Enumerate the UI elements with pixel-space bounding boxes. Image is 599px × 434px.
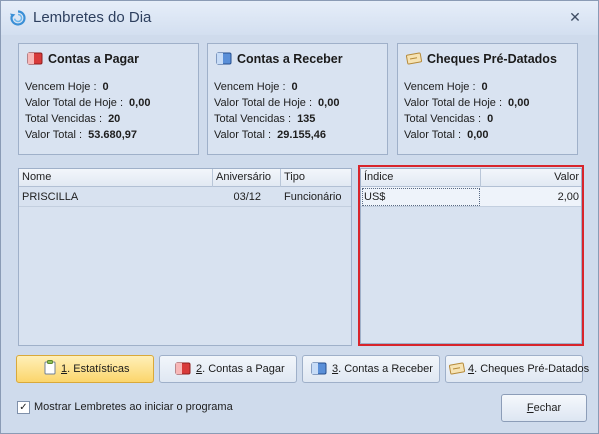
- tab-cheques-pre-datados[interactable]: 4. Cheques Pré-Datados: [445, 355, 589, 385]
- stat-row: Valor Total :0,00: [404, 129, 489, 141]
- stat-row: Vencem Hoje :0: [404, 81, 488, 93]
- cheque-icon: [405, 52, 423, 65]
- tab-contas-a-pagar[interactable]: 2. Contas a Pagar: [159, 355, 297, 383]
- cell-aniversario: 03/12: [233, 191, 261, 203]
- tab-contas-a-receber[interactable]: 3. Contas a Receber: [302, 355, 440, 383]
- window-title: Lembretes do Dia: [33, 9, 152, 26]
- panel-title: Contas a Receber: [216, 52, 343, 66]
- cell-tipo: Funcionário: [284, 191, 342, 203]
- title-bar: Lembretes do Dia ✕: [1, 1, 598, 35]
- panel-contas-a-pagar: Contas a Pagar Vencem Hoje :0 Valor Tota…: [18, 43, 199, 155]
- panel-title: Cheques Pré-Datados: [405, 52, 557, 66]
- window-close-button[interactable]: ✕: [567, 10, 583, 26]
- stat-row: Valor Total de Hoje :0,00: [214, 97, 340, 109]
- highlight-frame: [358, 165, 584, 346]
- refresh-icon: [9, 9, 27, 27]
- stat-row: Valor Total de Hoje :0,00: [404, 97, 530, 109]
- column-header-nome[interactable]: Nome: [19, 169, 213, 187]
- show-on-start-checkbox[interactable]: ✓: [17, 401, 30, 414]
- cell-nome: PRISCILLA: [22, 191, 79, 203]
- tab-estatisticas[interactable]: 1. Estatísticas: [16, 355, 154, 383]
- blue-card-icon: [216, 52, 232, 65]
- column-header-tipo[interactable]: Tipo: [281, 169, 352, 187]
- grid-header: Nome Aniversário Tipo: [19, 169, 351, 187]
- cheque-icon: [448, 359, 466, 385]
- stat-row: Total Vencidas :0: [404, 113, 494, 125]
- birthdays-grid[interactable]: Nome Aniversário Tipo PRISCILLA 03/12 Fu…: [18, 168, 352, 346]
- stat-row: Total Vencidas :135: [214, 113, 316, 125]
- red-card-icon: [27, 52, 43, 65]
- panel-contas-a-receber: Contas a Receber Vencem Hoje :0 Valor To…: [207, 43, 388, 155]
- blue-card-icon: [311, 359, 327, 385]
- red-card-icon: [175, 359, 191, 385]
- stat-row: Valor Total de Hoje :0,00: [25, 97, 151, 109]
- lembretes-window: Lembretes do Dia ✕ Contas a Pagar Vencem…: [0, 0, 599, 434]
- panel-title: Contas a Pagar: [27, 52, 139, 66]
- stat-row: Total Vencidas :20: [25, 113, 121, 125]
- clipboard-icon: [44, 359, 56, 385]
- column-header-aniversario[interactable]: Aniversário: [213, 169, 281, 187]
- table-row[interactable]: PRISCILLA 03/12 Funcionário: [19, 187, 351, 207]
- show-on-start-label[interactable]: Mostrar Lembretes ao iniciar o programa: [34, 401, 233, 413]
- stat-row: Valor Total :29.155,46: [214, 129, 327, 141]
- stat-row: Vencem Hoje :0: [25, 81, 109, 93]
- stat-row: Valor Total :53.680,97: [25, 129, 138, 141]
- panel-cheques-pre-datados: Cheques Pré-Datados Vencem Hoje :0 Valor…: [397, 43, 578, 155]
- fechar-button[interactable]: Fechar: [501, 394, 587, 422]
- stat-row: Vencem Hoje :0: [214, 81, 298, 93]
